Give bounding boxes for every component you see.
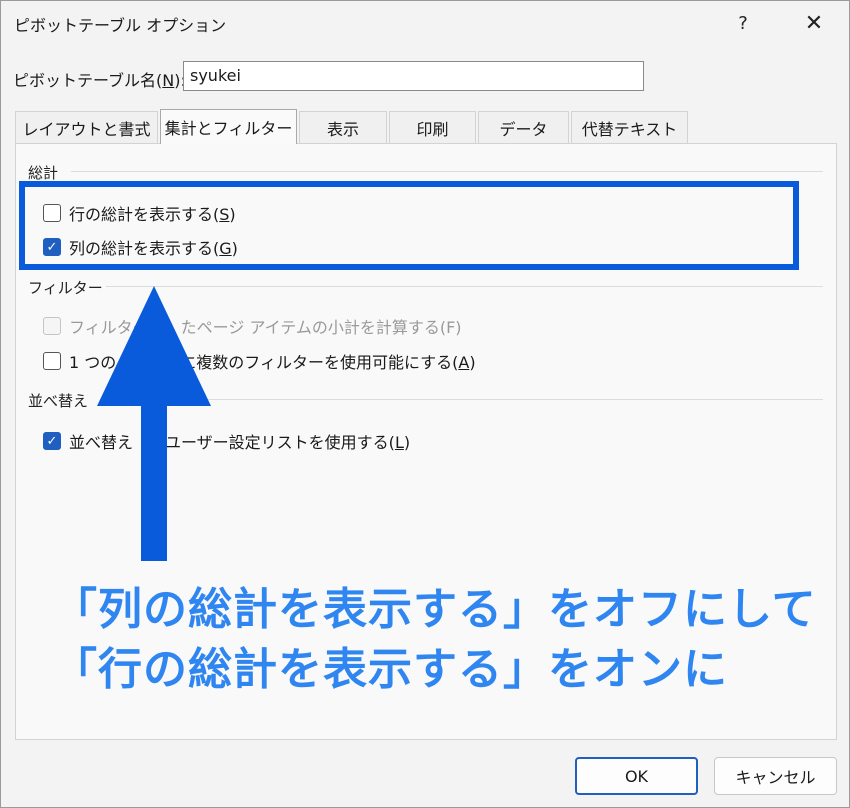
- tab-alt-text[interactable]: 代替テキスト: [571, 111, 688, 143]
- row-totals-checkbox[interactable]: [43, 204, 61, 222]
- section-divider: [101, 399, 823, 400]
- pivot-name-label: ピボットテーブル名(N):: [13, 71, 186, 90]
- row-totals-option[interactable]: 行の総計を表示する(S): [43, 201, 236, 225]
- pivot-name-row: ピボットテーブル名(N): syukei: [13, 61, 653, 93]
- cancel-button[interactable]: キャンセル: [714, 757, 837, 795]
- tab-bar: レイアウトと書式 集計とフィルター 表示 印刷 データ 代替テキスト: [15, 109, 695, 144]
- tab-print[interactable]: 印刷: [389, 111, 476, 143]
- col-totals-label: 列の総計を表示する(G): [69, 239, 238, 258]
- col-totals-checkbox[interactable]: ✓: [43, 238, 61, 256]
- multiple-filters-checkbox[interactable]: [43, 352, 61, 370]
- window-title: ピボットテーブル オプション: [14, 16, 227, 35]
- row-totals-label: 行の総計を表示する(S): [69, 205, 236, 224]
- section-label-totals: 総計: [28, 164, 59, 182]
- help-button[interactable]: ?: [707, 1, 779, 45]
- pivot-options-dialog: ピボットテーブル オプション ? ✕ ピボットテーブル名(N): syukei …: [0, 0, 850, 808]
- annotation-line-1: 「列の総計を表示する」をオフにして: [53, 584, 817, 635]
- tab-data[interactable]: データ: [478, 111, 569, 143]
- ok-button[interactable]: OK: [575, 757, 698, 795]
- custom-lists-checkbox[interactable]: ✓: [43, 432, 61, 450]
- custom-lists-label: 並べ替え にユーザー設定リストを使用する(L): [69, 433, 411, 452]
- tab-display[interactable]: 表示: [299, 111, 387, 143]
- col-totals-option[interactable]: ✓ 列の総計を表示する(G): [43, 235, 238, 259]
- multiple-filters-option[interactable]: 1 つの に複数のフィルターを使用可能にする(A): [43, 349, 476, 373]
- close-icon[interactable]: ✕: [778, 1, 850, 45]
- title-bar: ピボットテーブル オプション ? ✕: [1, 1, 849, 45]
- pivot-name-input[interactable]: syukei: [183, 61, 644, 91]
- subtotal-filtered-checkbox: [43, 317, 61, 335]
- section-divider: [106, 286, 823, 287]
- subtotal-filtered-label: フィルター たページ アイテムの小計を計算する(F): [69, 318, 462, 337]
- section-label-filters: フィルター: [28, 279, 103, 297]
- custom-lists-option[interactable]: ✓ 並べ替え にユーザー設定リストを使用する(L): [43, 429, 410, 453]
- section-divider: [71, 171, 823, 172]
- section-label-sorting: 並べ替え: [28, 392, 89, 410]
- tab-totals-filters[interactable]: 集計とフィルター: [160, 109, 297, 144]
- annotation-line-2: 「行の総計を表示する」をオンに: [53, 644, 728, 695]
- subtotal-filtered-option: フィルター たページ アイテムの小計を計算する(F): [43, 314, 462, 338]
- tab-layout-format[interactable]: レイアウトと書式: [15, 111, 158, 143]
- multiple-filters-label: 1 つの に複数のフィルターを使用可能にする(A): [69, 353, 476, 372]
